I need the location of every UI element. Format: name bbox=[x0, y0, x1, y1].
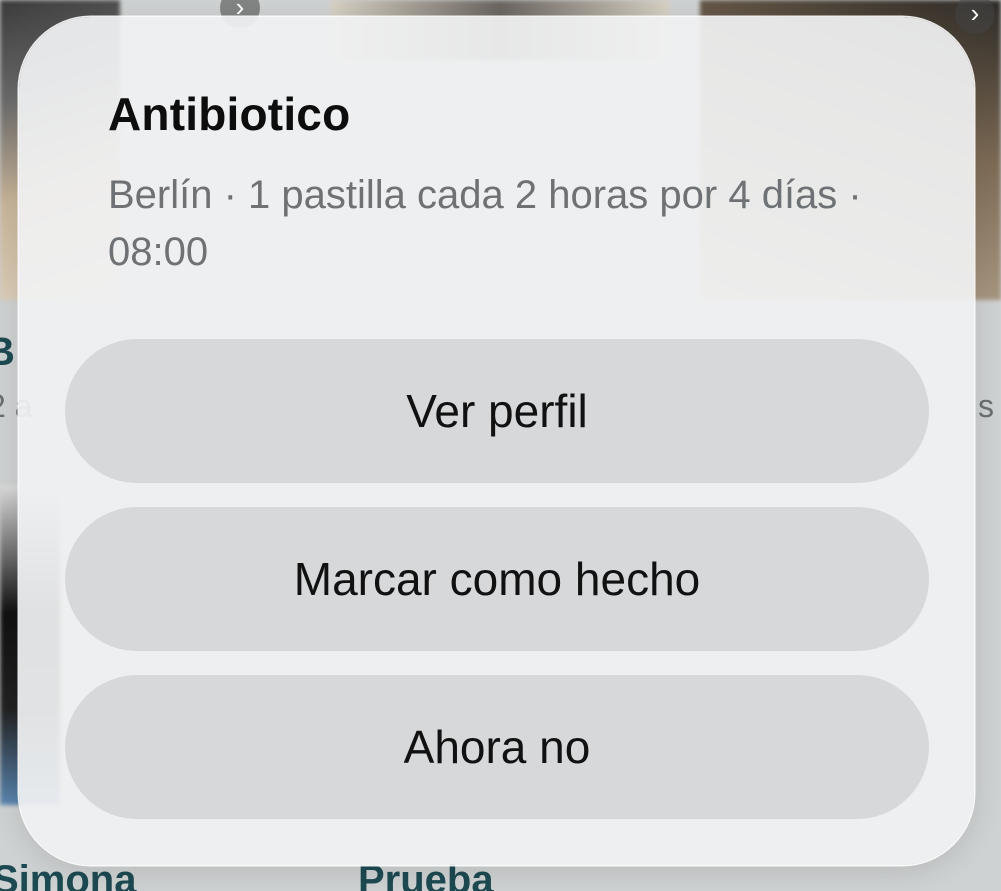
sheet-subtitle: Berlín · 1 pastilla cada 2 horas por 4 d… bbox=[108, 173, 862, 274]
pet-card-name: B bbox=[0, 330, 15, 374]
not-now-button[interactable]: Ahora no bbox=[65, 675, 929, 819]
pet-card-subtitle: s bbox=[978, 388, 994, 424]
view-profile-button[interactable]: Ver perfil bbox=[65, 339, 929, 483]
mark-done-button[interactable]: Marcar como hecho bbox=[65, 507, 929, 651]
action-sheet: Antibiotico Berlín · 1 pastilla cada 2 h… bbox=[19, 17, 974, 865]
sheet-title: Antibiotico bbox=[108, 88, 351, 140]
